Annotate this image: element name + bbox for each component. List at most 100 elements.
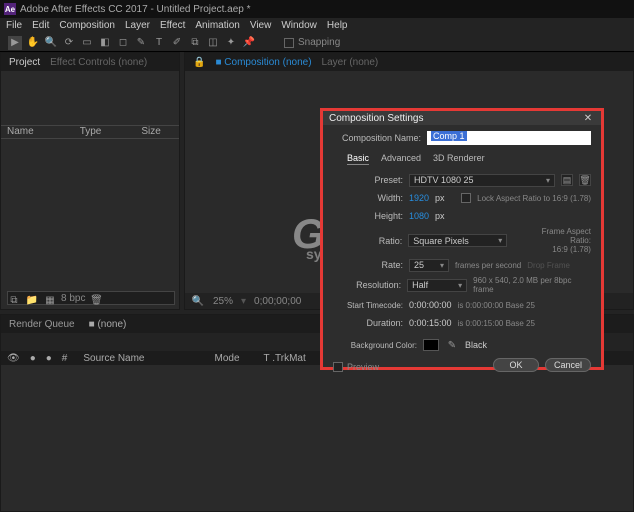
height-input[interactable]: 1080 (409, 211, 429, 221)
viewer-lock-icon[interactable]: 🔒 (193, 57, 205, 68)
px-label: px (435, 193, 445, 203)
zoom-tool-icon[interactable]: 🔍 (44, 36, 58, 50)
pixel-aspect-dropdown[interactable]: Square Pixels▾ (408, 234, 507, 247)
col-mode[interactable]: Mode (215, 353, 240, 364)
tab-project[interactable]: Project (9, 57, 40, 68)
save-preset-icon[interactable]: ▤ (561, 174, 573, 186)
menu-layer[interactable]: Layer (125, 20, 150, 32)
lock-aspect-checkbox[interactable] (461, 193, 471, 203)
brush-tool-icon[interactable]: ✐ (170, 36, 184, 50)
menu-effect[interactable]: Effect (160, 20, 185, 32)
col-name[interactable]: Name (7, 126, 34, 138)
tab-3d-renderer[interactable]: 3D Renderer (433, 153, 485, 165)
bg-color-swatch[interactable] (423, 339, 439, 351)
interpret-footage-icon[interactable]: ⧉ (7, 293, 21, 307)
menubar: File Edit Composition Layer Effect Anima… (0, 18, 634, 34)
col-type[interactable]: Type (80, 126, 102, 138)
duration-input[interactable]: 0:00:15:00 (409, 318, 452, 328)
menu-file[interactable]: File (6, 20, 22, 32)
puppet-tool-icon[interactable]: 📌 (242, 36, 256, 50)
duration-label: Duration: (333, 318, 403, 328)
resolution-note: 960 x 540, 2.0 MB per 8bpc frame (473, 276, 591, 294)
pan-behind-tool-icon[interactable]: ◧ (98, 36, 112, 50)
menu-help[interactable]: Help (327, 20, 348, 32)
frame-rate-label: Rate: (333, 260, 403, 270)
menu-edit[interactable]: Edit (32, 20, 49, 32)
preview-checkbox[interactable] (333, 362, 343, 372)
preset-label: Preset: (333, 175, 403, 185)
pen-tool-icon[interactable]: ✎ (134, 36, 148, 50)
start-timecode-note: is 0:00:00:00 Base 25 (458, 301, 535, 310)
tab-timeline-none[interactable]: ■ (none) (89, 319, 127, 330)
start-timecode-input[interactable]: 0:00:00:00 (409, 300, 452, 310)
tab-advanced[interactable]: Advanced (381, 153, 421, 165)
px-label-2: px (435, 211, 445, 221)
label-col-icon: ● (46, 353, 52, 364)
rotate-tool-icon[interactable]: ⟳ (62, 36, 76, 50)
clone-tool-icon[interactable]: ⧉ (188, 36, 202, 50)
tab-render-queue[interactable]: Render Queue (9, 319, 75, 330)
menu-view[interactable]: View (250, 20, 272, 32)
viewer-time[interactable]: 0;00;00;00 (254, 296, 301, 307)
roto-tool-icon[interactable]: ✦ (224, 36, 238, 50)
magnify-icon[interactable]: 🔍 (191, 294, 205, 308)
frame-aspect-label: Frame Aspect Ratio: (519, 227, 591, 245)
duration-note: is 0:00:15:00 Base 25 (458, 319, 535, 328)
project-panel: Project Effect Controls (none) Name Type… (0, 52, 180, 310)
bpc-label[interactable]: 8 bpc (61, 293, 85, 307)
bg-color-label: Background Color: (333, 341, 417, 350)
dialog-title: Composition Settings (329, 113, 424, 124)
col-size[interactable]: Size (141, 126, 160, 138)
col-trkmat[interactable]: T .TrkMat (264, 353, 306, 364)
tab-effect-controls[interactable]: Effect Controls (none) (50, 57, 147, 68)
height-label: Height: (333, 211, 403, 221)
ok-button[interactable]: OK (493, 358, 539, 372)
hand-tool-icon[interactable]: ✋ (26, 36, 40, 50)
eye-col-icon: 👁 (7, 353, 20, 364)
width-label: Width: (333, 193, 403, 203)
lock-aspect-label: Lock Aspect Ratio to 16:9 (1.78) (477, 194, 591, 203)
camera-tool-icon[interactable]: ▭ (80, 36, 94, 50)
tab-layer-viewer[interactable]: Layer (none) (322, 57, 379, 68)
delete-icon[interactable]: 🗑 (89, 293, 103, 307)
eraser-tool-icon[interactable]: ◫ (206, 36, 220, 50)
tab-composition-viewer[interactable]: ■ Composition (none) (215, 57, 311, 68)
bg-color-name: Black (465, 340, 487, 350)
col-source-name[interactable]: Source Name (83, 353, 144, 364)
composition-settings-dialog: Composition Settings ✕ Composition Name:… (323, 111, 601, 367)
window-title: Adobe After Effects CC 2017 - Untitled P… (20, 4, 251, 15)
comp-name-label: Composition Name: (333, 133, 421, 143)
pixel-aspect-label: Ratio: (333, 236, 402, 246)
index-col-icon: # (62, 353, 68, 364)
text-tool-icon[interactable]: T (152, 36, 166, 50)
toolbar: ▶ ✋ 🔍 ⟳ ▭ ◧ ◻ ✎ T ✐ ⧉ ◫ ✦ 📌 Snapping (0, 34, 634, 52)
selection-tool-icon[interactable]: ▶ (8, 36, 22, 50)
eyedropper-icon[interactable]: ✎ (445, 338, 459, 352)
delete-preset-icon[interactable]: 🗑 (579, 174, 591, 186)
close-icon[interactable]: ✕ (581, 111, 595, 125)
cancel-button[interactable]: Cancel (545, 358, 591, 372)
snapping-checkbox[interactable] (284, 38, 294, 48)
menu-window[interactable]: Window (281, 20, 317, 32)
tab-basic[interactable]: Basic (347, 153, 369, 165)
menu-composition[interactable]: Composition (59, 20, 115, 32)
width-input[interactable]: 1920 (409, 193, 429, 203)
drop-frame-label: Drop Frame (527, 261, 570, 270)
window-titlebar: Ae Adobe After Effects CC 2017 - Untitle… (0, 0, 634, 18)
preset-dropdown[interactable]: HDTV 1080 25▾ (409, 174, 555, 187)
shape-tool-icon[interactable]: ◻ (116, 36, 130, 50)
menu-animation[interactable]: Animation (195, 20, 239, 32)
frame-aspect-value: 16:9 (1.78) (519, 245, 591, 254)
viewer-zoom[interactable]: 25% (213, 296, 233, 307)
highlight-frame: Composition Settings ✕ Composition Name:… (320, 108, 604, 370)
resolution-dropdown[interactable]: Half▾ (407, 279, 467, 292)
timeline-area[interactable] (1, 365, 633, 511)
new-comp-icon[interactable]: ▦ (43, 293, 57, 307)
preview-label: Preview (347, 362, 379, 372)
new-folder-icon[interactable]: 📁 (25, 293, 39, 307)
resolution-label: Resolution: (333, 280, 401, 290)
start-timecode-label: Start Timecode: (333, 301, 403, 310)
frame-rate-dropdown[interactable]: 25▾ (409, 259, 449, 272)
comp-name-input[interactable]: Comp 1 (427, 131, 591, 145)
lock-col-icon: ● (30, 353, 36, 364)
